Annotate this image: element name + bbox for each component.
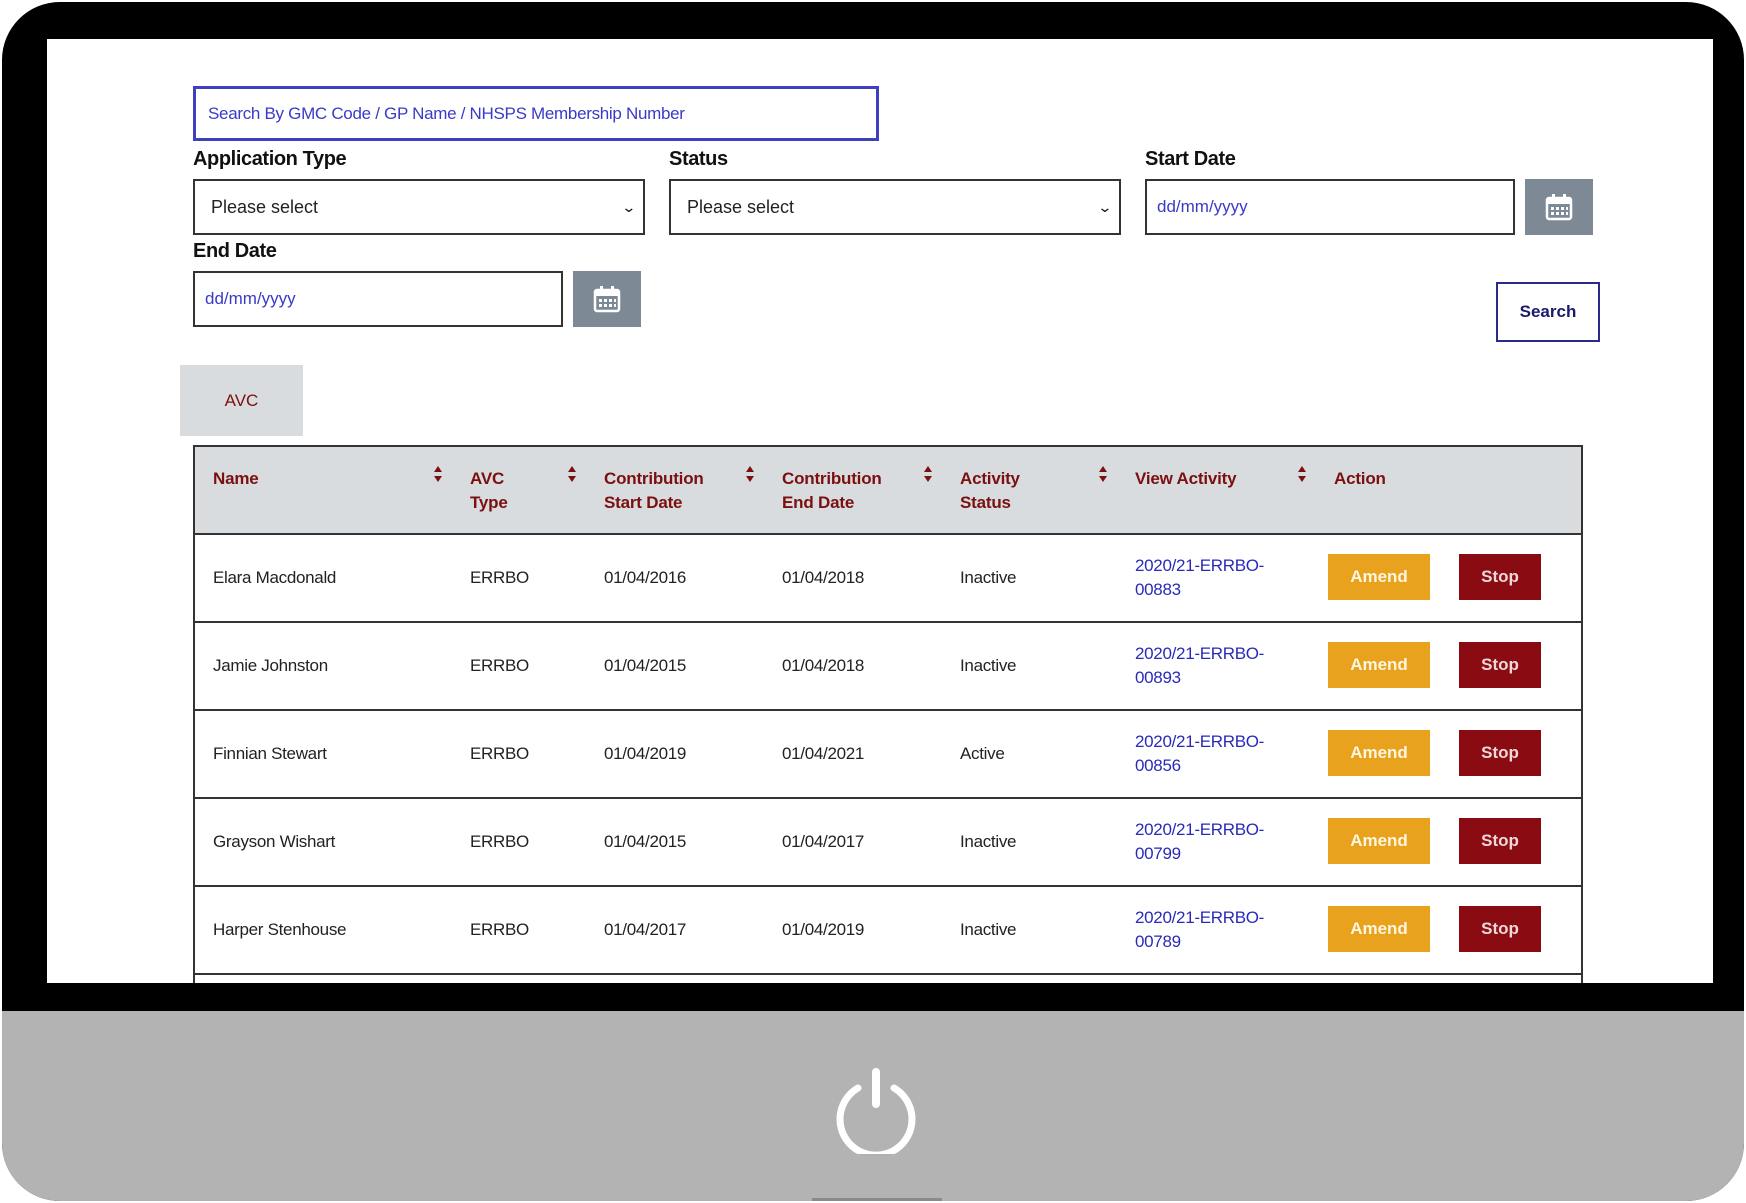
end-date-placeholder: dd/mm/yyyy — [205, 289, 296, 308]
cell-start-date: 01/04/2015 — [604, 656, 687, 675]
cell-start-date: 01/04/2017 — [604, 920, 687, 939]
table-row: Finnian Stewart ERRBO 01/04/2019 01/04/2… — [195, 711, 1581, 799]
end-date-calendar-button[interactable] — [573, 271, 641, 327]
application-type-select[interactable]: Please select ⌄ — [193, 179, 645, 235]
monitor-frame: Search By GMC Code / GP Name / NHSPS Mem… — [2, 2, 1744, 1201]
view-activity-link[interactable]: 2020/21-ERRBO- 00799 — [1135, 799, 1285, 885]
cell-status: Inactive — [960, 568, 1017, 587]
cell-end-date: 01/04/2018 — [782, 568, 865, 587]
status-label: Status — [669, 148, 728, 170]
screen: Search By GMC Code / GP Name / NHSPS Mem… — [47, 39, 1713, 983]
cell-name: Grayson Wishart — [213, 832, 336, 851]
header-action: Action — [1334, 469, 1386, 488]
calendar-icon — [1545, 194, 1573, 221]
search-button[interactable]: Search — [1496, 282, 1600, 342]
cell-start-date: 01/04/2019 — [604, 744, 687, 763]
stop-button[interactable]: Stop — [1459, 554, 1541, 600]
sort-icon[interactable] — [923, 465, 933, 483]
cell-name: Harper Stenhouse — [213, 920, 347, 939]
stop-button[interactable]: Stop — [1459, 906, 1541, 952]
status-value: Please select — [687, 196, 795, 217]
cell-end-date: 01/04/2017 — [782, 832, 865, 851]
amend-button[interactable]: Amend — [1328, 554, 1430, 600]
header-view-activity[interactable]: View Activity — [1135, 467, 1237, 491]
search-placeholder: Search By GMC Code / GP Name / NHSPS Mem… — [208, 103, 685, 123]
stop-button[interactable]: Stop — [1459, 730, 1541, 776]
search-input[interactable]: Search By GMC Code / GP Name / NHSPS Mem… — [193, 86, 879, 141]
header-name[interactable]: Name — [213, 467, 259, 491]
amend-button[interactable]: Amend — [1328, 818, 1430, 864]
amend-button[interactable]: Amend — [1328, 642, 1430, 688]
start-date-placeholder: dd/mm/yyyy — [1157, 197, 1248, 216]
cell-name: Jamie Johnston — [213, 656, 328, 675]
calendar-icon — [593, 286, 621, 313]
cell-name: Elara Macdonald — [213, 568, 337, 587]
sort-icon[interactable] — [1297, 465, 1307, 483]
table-header: Name AVC Type Contribution Start Date Cont… — [195, 447, 1581, 535]
cell-start-date: 01/04/2015 — [604, 832, 687, 851]
table-row: Harper Stenhouse ERRBO 01/04/2017 01/04/… — [195, 887, 1581, 975]
stand-divider — [812, 1198, 942, 1201]
amend-button[interactable]: Amend — [1328, 730, 1430, 776]
end-date-label: End Date — [193, 240, 277, 262]
cell-avc-type: ERRBO — [470, 656, 529, 675]
view-activity-link[interactable]: 2020/21-ERRBO- 00789 — [1135, 887, 1285, 973]
stop-button[interactable]: Stop — [1459, 818, 1541, 864]
cell-avc-type: ERRBO — [470, 568, 529, 587]
view-activity-link[interactable]: 2020/21-ERRBO- 00856 — [1135, 711, 1285, 797]
cell-avc-type: ERRBO — [470, 744, 529, 763]
cell-end-date: 01/04/2019 — [782, 920, 865, 939]
application-type-label: Application Type — [193, 148, 347, 170]
chevron-down-icon: ⌄ — [1097, 198, 1113, 215]
header-contribution-start[interactable]: Contribution Start Date — [604, 467, 704, 515]
sort-icon[interactable] — [745, 465, 755, 483]
header-activity-status[interactable]: Activity Status — [960, 467, 1020, 515]
cell-avc-type: ERRBO — [470, 920, 529, 939]
application-type-value: Please select — [211, 196, 319, 217]
avc-table: Name AVC Type Contribution Start Date Cont… — [193, 445, 1583, 983]
view-activity-link[interactable]: 2020/21-ERRBO- 00893 — [1135, 623, 1285, 709]
sort-icon[interactable] — [433, 465, 443, 483]
cell-avc-type: ERRBO — [470, 832, 529, 851]
header-contribution-end[interactable]: Contribution End Date — [782, 467, 882, 515]
cell-name: Finnian Stewart — [213, 744, 327, 763]
tab-avc[interactable]: AVC — [180, 365, 303, 436]
cell-status: Inactive — [960, 920, 1017, 939]
status-select[interactable]: Please select ⌄ — [669, 179, 1121, 235]
table-row-partial — [195, 975, 1581, 983]
start-date-input[interactable]: dd/mm/yyyy — [1145, 179, 1515, 235]
amend-button[interactable]: Amend — [1328, 906, 1430, 952]
header-avc-type[interactable]: AVC Type — [470, 467, 508, 515]
view-activity-link[interactable]: 2020/21-ERRBO- 00883 — [1135, 535, 1285, 621]
power-icon[interactable] — [831, 1064, 921, 1154]
chevron-down-icon: ⌄ — [621, 198, 637, 215]
end-date-input[interactable]: dd/mm/yyyy — [193, 271, 563, 327]
cell-end-date: 01/04/2021 — [782, 744, 865, 763]
cell-status: Inactive — [960, 832, 1017, 851]
cell-status: Inactive — [960, 656, 1017, 675]
cell-start-date: 01/04/2016 — [604, 568, 687, 587]
table-row: Jamie Johnston ERRBO 01/04/2015 01/04/20… — [195, 623, 1581, 711]
cell-status: Active — [960, 744, 1005, 763]
sort-icon[interactable] — [1098, 465, 1108, 483]
stop-button[interactable]: Stop — [1459, 642, 1541, 688]
sort-icon[interactable] — [567, 465, 577, 483]
start-date-label: Start Date — [1145, 148, 1236, 170]
start-date-calendar-button[interactable] — [1525, 179, 1593, 235]
table-row: Elara Macdonald ERRBO 01/04/2016 01/04/2… — [195, 535, 1581, 623]
cell-end-date: 01/04/2018 — [782, 656, 865, 675]
table-row: Grayson Wishart ERRBO 01/04/2015 01/04/2… — [195, 799, 1581, 887]
